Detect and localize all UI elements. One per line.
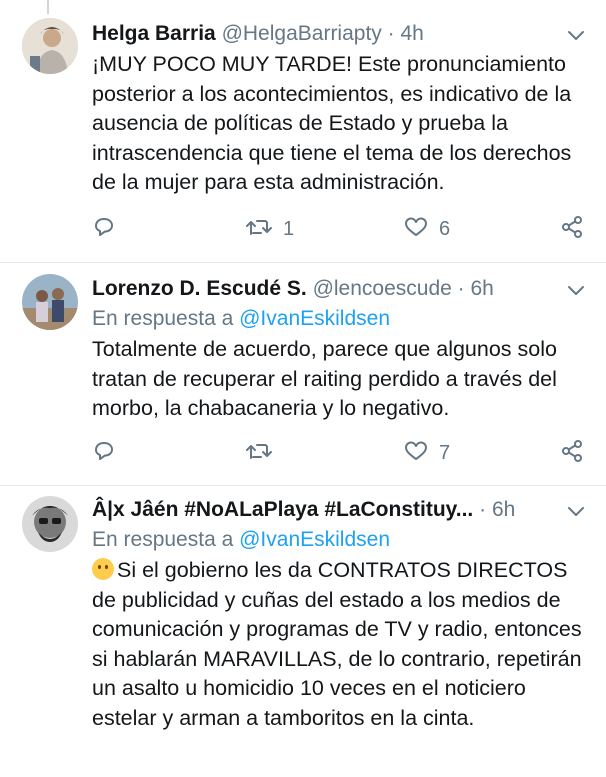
display-name[interactable]: Lorenzo D. Escudé S. <box>92 277 307 300</box>
retweet-count: 1 <box>283 218 295 240</box>
timestamp[interactable]: 6h <box>492 498 515 521</box>
reply-icon <box>92 439 116 468</box>
separator-dot: · <box>479 498 487 521</box>
like-count: 6 <box>439 218 451 240</box>
share-icon <box>560 215 584 244</box>
retweet-icon <box>245 439 273 468</box>
reply-context: En respuesta a @IvanEskildsen <box>92 305 590 333</box>
reply-prefix: En respuesta a <box>92 528 234 551</box>
reply-button[interactable] <box>92 439 116 468</box>
user-handle[interactable]: @HelgaBarriapty <box>222 22 382 45</box>
display-name[interactable]: Â|x Jâén #NoALaPlaya #LaConstituy... <box>92 498 473 521</box>
tweet[interactable]: Lorenzo D. Escudé S. @lencoescude · 6h E… <box>0 263 606 486</box>
tweet-text: ¡MUY POCO MUY TARDE! Este pronunciamient… <box>92 52 572 194</box>
reply-context: En respuesta a @IvanEskildsen <box>92 526 590 554</box>
reply-button[interactable] <box>92 215 116 244</box>
tweet-text-container: Si el gobierno les da CONTRATOS DIRECTOS… <box>92 556 590 733</box>
heart-icon <box>403 439 429 468</box>
share-button[interactable] <box>560 439 584 468</box>
avatar[interactable] <box>22 496 78 552</box>
timestamp[interactable]: 4h <box>400 22 423 45</box>
thinking-face-icon <box>92 558 114 580</box>
reply-prefix: En respuesta a <box>92 307 234 330</box>
share-icon <box>560 439 584 468</box>
thread-line <box>47 0 49 14</box>
tweet[interactable]: Helga Barria @HelgaBarriapty · 4h ¡MUY P… <box>0 0 606 263</box>
like-button[interactable]: 7 <box>403 439 450 468</box>
like-button[interactable]: 6 <box>403 215 450 244</box>
user-handle[interactable]: @lencoescude <box>313 277 452 300</box>
avatar[interactable] <box>22 274 78 330</box>
tweet[interactable]: Â|x Jâén #NoALaPlaya #LaConstituy... · 6… <box>0 486 606 777</box>
reply-mention-link[interactable]: @IvanEskildsen <box>239 307 390 330</box>
timestamp[interactable]: 6h <box>471 277 494 300</box>
tweet-text: Si el gobierno les da CONTRATOS DIRECTOS… <box>92 558 582 730</box>
separator-dot: · <box>387 22 395 45</box>
separator-dot: · <box>457 277 465 300</box>
chevron-down-icon[interactable] <box>566 22 586 50</box>
like-count: 7 <box>439 442 451 464</box>
tweet-text: Totalmente de acuerdo, parece que alguno… <box>92 337 557 420</box>
share-button[interactable] <box>560 215 584 244</box>
retweet-icon <box>245 215 273 244</box>
avatar[interactable] <box>22 18 78 74</box>
display-name[interactable]: Helga Barria <box>92 22 216 45</box>
chevron-down-icon[interactable] <box>566 277 586 305</box>
reply-mention-link[interactable]: @IvanEskildsen <box>239 528 390 551</box>
retweet-button[interactable] <box>245 439 283 468</box>
retweet-button[interactable]: 1 <box>245 215 294 244</box>
reply-icon <box>92 215 116 244</box>
heart-icon <box>403 215 429 244</box>
chevron-down-icon[interactable] <box>566 498 586 526</box>
